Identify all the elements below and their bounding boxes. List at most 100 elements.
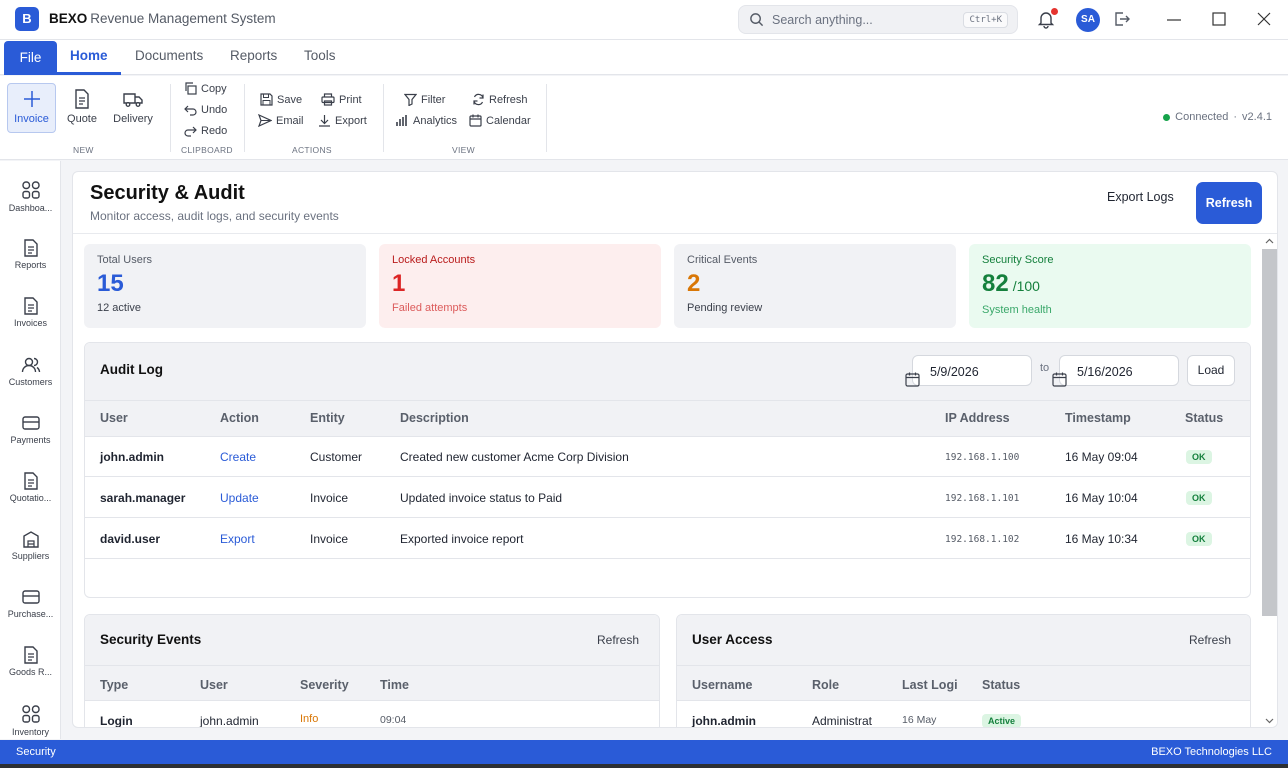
sidebar-item-suppliers[interactable]: Suppliers (0, 530, 61, 582)
date-from-value: 5/9/2026 (930, 365, 979, 379)
print-button[interactable]: Print (321, 93, 362, 106)
sidebar-item-purchases[interactable]: Purchase... (0, 588, 61, 640)
security-events-refresh-button[interactable]: Refresh (597, 633, 639, 647)
date-to-input[interactable]: 5/16/2026 (1052, 355, 1179, 387)
column-header[interactable]: User (200, 678, 228, 692)
column-header[interactable]: Action (220, 411, 259, 425)
ribbon-separator (244, 84, 245, 152)
bar-chart-icon (395, 114, 409, 127)
notifications-button[interactable] (1036, 8, 1058, 29)
status-badge: Active (982, 714, 1022, 727)
column-header[interactable]: Last Logi (902, 678, 958, 692)
menu-tab-tools[interactable]: Tools (304, 48, 336, 63)
close-button[interactable] (1256, 10, 1272, 28)
cell-user: john.admin (200, 714, 259, 728)
undo-button[interactable]: Undo (184, 103, 227, 116)
cell-timestamp: 16 May 09:04 (1065, 450, 1138, 464)
cell-user: david.user (100, 532, 161, 546)
cell-action[interactable]: Export (220, 532, 255, 546)
analytics-button[interactable]: Analytics (395, 114, 457, 127)
global-search[interactable]: Search anything... Ctrl+K (738, 5, 1018, 34)
new-invoice-button[interactable]: Invoice (7, 83, 56, 133)
connection-status: Connected · v2.4.1 (1163, 111, 1272, 123)
scrollbar-thumb[interactable] (1262, 249, 1277, 616)
load-button[interactable]: Load (1187, 355, 1235, 386)
connection-label: Connected (1175, 111, 1229, 123)
sidebar-item-quotations[interactable]: Quotatio... (0, 472, 61, 524)
cell-action[interactable]: Create (220, 450, 256, 464)
redo-label: Redo (201, 124, 228, 137)
sidebar-item-dashboard[interactable]: Dashboa... (0, 180, 61, 232)
menu-tab-reports[interactable]: Reports (230, 48, 277, 63)
status-bar: Security BEXO Technologies LLC (0, 740, 1288, 764)
plus-icon (8, 89, 55, 109)
cell-description: Created new customer Acme Corp Division (400, 450, 629, 464)
refresh-ribbon-button[interactable]: Refresh (472, 93, 528, 106)
chevron-up-icon[interactable] (1265, 237, 1274, 246)
column-header[interactable]: Description (400, 411, 469, 425)
column-header[interactable]: Status (1185, 411, 1223, 425)
email-label: Email (276, 114, 304, 127)
column-header[interactable]: Type (100, 678, 128, 692)
sidebar-item-customers[interactable]: Customers (0, 356, 61, 408)
file-menu-button[interactable]: File (4, 41, 57, 75)
column-header[interactable]: Username (692, 678, 752, 692)
sidebar-item-payments[interactable]: Payments (0, 414, 61, 466)
copy-label: Copy (201, 82, 227, 95)
date-from-input[interactable]: 5/9/2026 (905, 355, 1032, 387)
copy-button[interactable]: Copy (184, 82, 227, 95)
date-range-to-label: to (1040, 362, 1050, 374)
ribbon-group-new: NEW (73, 145, 94, 155)
column-header[interactable]: Timestamp (1065, 411, 1131, 425)
filter-button[interactable]: Filter (404, 93, 445, 106)
stat-note: Pending review (687, 302, 763, 314)
user-access-title: User Access (692, 632, 773, 647)
vertical-scrollbar[interactable] (1261, 234, 1277, 727)
notification-dot (1051, 8, 1058, 15)
export-button[interactable]: Export (318, 114, 367, 127)
menu-bar: File Home Documents Reports Tools (0, 40, 1288, 75)
chevron-down-icon[interactable] (1265, 716, 1274, 725)
user-access-card: User Access Refresh Username Role Last L… (676, 614, 1251, 727)
sidebar-label: Suppliers (11, 551, 50, 561)
redo-button[interactable]: Redo (184, 124, 227, 137)
column-header[interactable]: Status (982, 678, 1020, 692)
print-label: Print (339, 93, 362, 106)
new-quote-button[interactable]: Quote (61, 84, 103, 132)
sidebar-item-reports[interactable]: Reports (0, 239, 61, 291)
sidebar-item-goods-received[interactable]: Goods R... (0, 646, 61, 698)
cell-action[interactable]: Update (220, 491, 259, 505)
new-delivery-button[interactable]: Delivery (108, 84, 158, 132)
column-header[interactable]: Role (812, 678, 839, 692)
menu-tab-home[interactable]: Home (70, 48, 108, 63)
filter-icon (404, 93, 417, 106)
menu-tab-documents[interactable]: Documents (135, 48, 203, 63)
column-header[interactable]: Entity (310, 411, 345, 425)
column-header[interactable]: IP Address (945, 411, 1010, 425)
email-button[interactable]: Email (258, 114, 304, 127)
sidebar-item-invoices[interactable]: Invoices (0, 297, 61, 349)
logout-button[interactable] (1113, 10, 1131, 28)
column-header[interactable]: User (100, 411, 128, 425)
export-logs-button[interactable]: Export Logs (1107, 190, 1174, 204)
refresh-button[interactable]: Refresh (1196, 182, 1262, 224)
minimize-button[interactable] (1166, 10, 1182, 28)
user-avatar[interactable]: SA (1076, 8, 1100, 32)
column-header[interactable]: Severity (300, 678, 349, 692)
column-header[interactable]: Time (380, 678, 409, 692)
row-divider (85, 517, 1250, 518)
inventory-icon (0, 704, 61, 727)
warehouse-icon (0, 530, 61, 551)
cell-user: john.admin (100, 450, 164, 464)
stat-security-score: Security Score 82/100 System health (969, 244, 1251, 328)
calendar-icon (469, 114, 482, 127)
calendar-button[interactable]: Calendar (469, 114, 531, 127)
stat-label: Locked Accounts (392, 254, 476, 266)
new-invoice-label: Invoice (14, 113, 49, 125)
maximize-button[interactable] (1211, 10, 1227, 28)
user-access-refresh-button[interactable]: Refresh (1189, 633, 1231, 647)
refresh-icon (472, 93, 485, 106)
stat-value: 2 (687, 270, 701, 297)
cell-entity: Invoice (310, 491, 349, 505)
save-button[interactable]: Save (260, 93, 302, 106)
